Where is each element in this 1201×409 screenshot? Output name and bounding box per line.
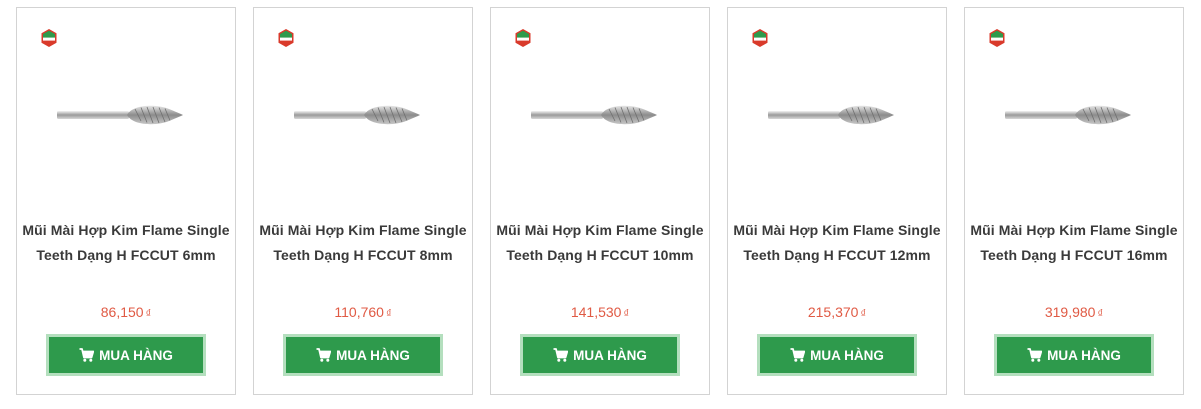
product-card[interactable]: Mũi Mài Hợp Kim Flame Single Teeth Dạng … <box>964 7 1184 395</box>
currency-symbol: ₫ <box>1097 308 1104 320</box>
price-value: 215,370 <box>807 304 859 320</box>
product-price: 110,760 ₫ <box>254 304 472 320</box>
gisi-tools-badge-icon <box>41 29 57 47</box>
price-value: 110,760 <box>334 304 384 320</box>
gisi-tools-badge-icon <box>278 29 294 47</box>
shopping-cart-icon <box>79 348 95 362</box>
buy-button-label: MUA HÀNG <box>336 347 410 363</box>
product-image[interactable] <box>527 100 659 130</box>
product-name[interactable]: Mũi Mài Hợp Kim Flame Single Teeth Dạng … <box>965 218 1183 268</box>
buy-button[interactable]: MUA HÀNG <box>994 334 1154 376</box>
product-name[interactable]: Mũi Mài Hợp Kim Flame Single Teeth Dạng … <box>17 218 235 268</box>
gisi-tools-badge-icon <box>515 29 531 47</box>
gisi-tools-badge-icon <box>752 29 768 47</box>
product-name-line2[interactable]: Teeth Dạng H FCCUT 12mm <box>743 247 930 263</box>
product-name-line1[interactable]: Mũi Mài Hợp Kim Flame Single <box>970 222 1177 238</box>
product-name-line1[interactable]: Mũi Mài Hợp Kim Flame Single <box>259 222 466 238</box>
product-name-line2[interactable]: Teeth Dạng H FCCUT 10mm <box>506 247 693 263</box>
shopping-cart-icon <box>790 348 806 362</box>
buy-button[interactable]: MUA HÀNG <box>283 334 443 376</box>
currency-symbol: ₫ <box>860 308 867 320</box>
product-card[interactable]: Mũi Mài Hợp Kim Flame Single Teeth Dạng … <box>727 7 947 395</box>
product-price: 215,370 ₫ <box>728 304 946 320</box>
buy-button-label: MUA HÀNG <box>810 347 884 363</box>
gisi-tools-badge-icon <box>989 29 1005 47</box>
product-card[interactable]: Mũi Mài Hợp Kim Flame Single Teeth Dạng … <box>16 7 236 395</box>
price-value: 86,150 <box>100 304 144 320</box>
currency-symbol: ₫ <box>385 308 392 320</box>
product-grid: Mũi Mài Hợp Kim Flame Single Teeth Dạng … <box>0 0 1201 409</box>
shopping-cart-icon <box>316 348 332 362</box>
buy-button[interactable]: MUA HÀNG <box>520 334 680 376</box>
product-name[interactable]: Mũi Mài Hợp Kim Flame Single Teeth Dạng … <box>728 218 946 268</box>
product-price: 319,980 ₫ <box>965 304 1183 320</box>
product-price: 141,530 ₫ <box>491 304 709 320</box>
product-name-line2[interactable]: Teeth Dạng H FCCUT 16mm <box>980 247 1167 263</box>
shopping-cart-icon <box>1027 348 1043 362</box>
product-name-line2[interactable]: Teeth Dạng H FCCUT 8mm <box>273 247 452 263</box>
product-card[interactable]: Mũi Mài Hợp Kim Flame Single Teeth Dạng … <box>490 7 710 395</box>
product-card[interactable]: Mũi Mài Hợp Kim Flame Single Teeth Dạng … <box>253 7 473 395</box>
buy-button-label: MUA HÀNG <box>99 347 173 363</box>
product-image[interactable] <box>290 100 422 130</box>
product-price: 86,150 ₫ <box>17 304 235 320</box>
currency-symbol: ₫ <box>623 308 630 320</box>
buy-button[interactable]: MUA HÀNG <box>757 334 917 376</box>
product-name-line1[interactable]: Mũi Mài Hợp Kim Flame Single <box>496 222 703 238</box>
product-name[interactable]: Mũi Mài Hợp Kim Flame Single Teeth Dạng … <box>491 218 709 268</box>
buy-button-label: MUA HÀNG <box>1047 347 1121 363</box>
product-name[interactable]: Mũi Mài Hợp Kim Flame Single Teeth Dạng … <box>254 218 472 268</box>
product-name-line1[interactable]: Mũi Mài Hợp Kim Flame Single <box>22 222 229 238</box>
price-value: 141,530 <box>570 304 622 320</box>
buy-button-label: MUA HÀNG <box>573 347 647 363</box>
currency-symbol: ₫ <box>145 308 152 320</box>
product-image[interactable] <box>764 100 896 130</box>
buy-button[interactable]: MUA HÀNG <box>46 334 206 376</box>
shopping-cart-icon <box>553 348 569 362</box>
product-image[interactable] <box>1001 100 1133 130</box>
product-name-line2[interactable]: Teeth Dạng H FCCUT 6mm <box>36 247 215 263</box>
product-name-line1[interactable]: Mũi Mài Hợp Kim Flame Single <box>733 222 940 238</box>
price-value: 319,980 <box>1044 304 1096 320</box>
product-image[interactable] <box>53 100 185 130</box>
